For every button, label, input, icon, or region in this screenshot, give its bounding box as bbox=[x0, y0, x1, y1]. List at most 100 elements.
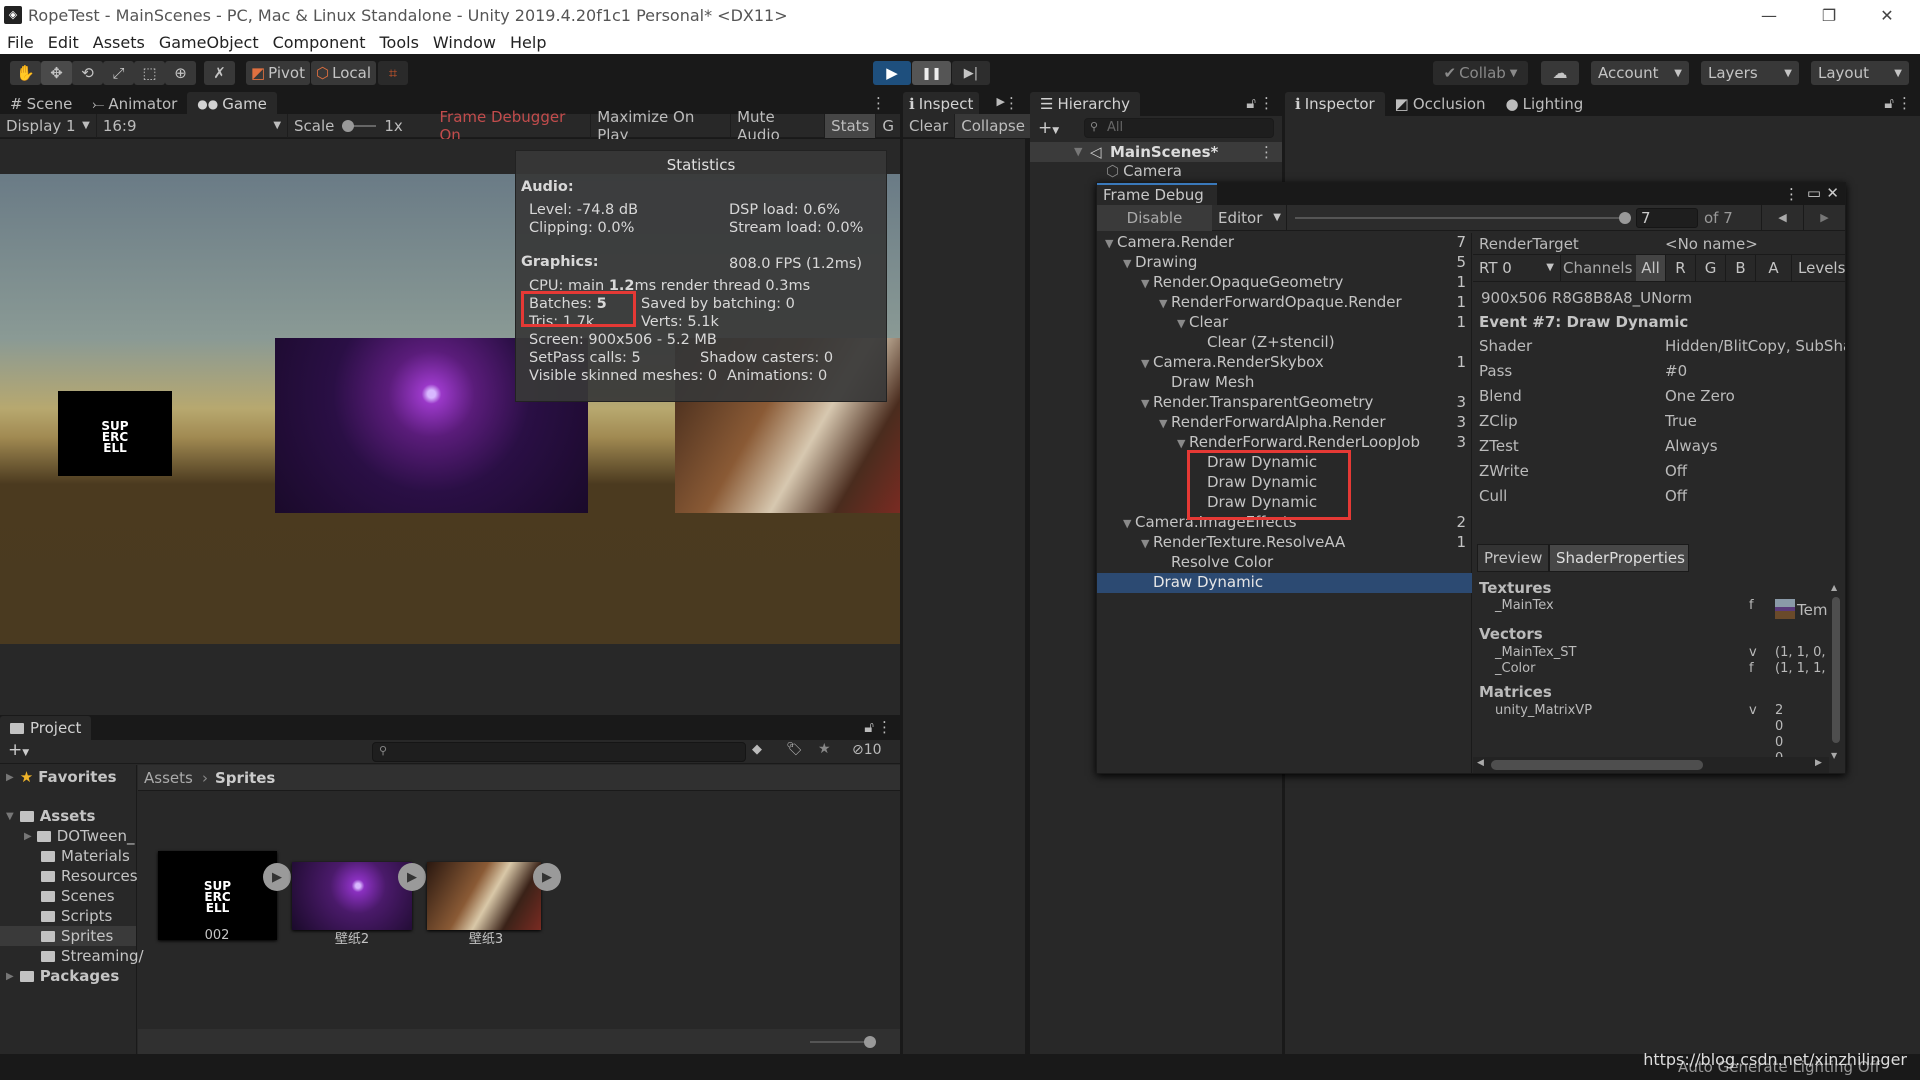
folder-item-selected[interactable]: Sprites bbox=[41, 926, 113, 946]
expand-sprite-button[interactable]: ▶ bbox=[398, 863, 426, 891]
channel-b-button[interactable]: B bbox=[1725, 255, 1755, 281]
event-tree-row[interactable]: ▼ RenderForwardAlpha.Render 3 bbox=[1097, 413, 1472, 433]
hierarchy-search-input[interactable]: All bbox=[1084, 118, 1274, 138]
folder-item[interactable]: Materials bbox=[41, 846, 130, 866]
account-dropdown[interactable]: Account ▼ bbox=[1591, 61, 1689, 85]
gizmos-toggle[interactable]: G bbox=[876, 114, 900, 138]
move-tool-button[interactable]: ✥ bbox=[41, 61, 72, 85]
aspect-dropdown[interactable]: 16:9 ▼ bbox=[97, 113, 289, 138]
channel-g-button[interactable]: G bbox=[1695, 255, 1725, 281]
channel-all-button[interactable]: All bbox=[1636, 255, 1665, 281]
event-tree-row[interactable]: Clear (Z+stencil) bbox=[1097, 333, 1472, 353]
tab-occlusion[interactable]: ◩ Occlusion bbox=[1385, 92, 1496, 116]
event-tree-row[interactable]: Draw Mesh bbox=[1097, 373, 1472, 393]
event-number-input[interactable]: 7 bbox=[1636, 208, 1698, 228]
frame-debug-tab[interactable]: Frame Debug bbox=[1097, 183, 1217, 205]
target-dropdown[interactable]: Editor ▼ bbox=[1213, 205, 1287, 231]
panel-menu-icon[interactable]: ⋮ bbox=[877, 718, 892, 736]
event-tree-row[interactable]: ▼ RenderForwardOpaque.Render 1 bbox=[1097, 293, 1472, 313]
panel-menu-icon[interactable]: ⋮ bbox=[871, 94, 886, 112]
create-asset-button[interactable]: +▼ bbox=[8, 740, 29, 760]
event-tree-row[interactable]: Draw Dynamic bbox=[1097, 573, 1472, 593]
scroll-down-icon[interactable]: ▼ bbox=[1831, 751, 1837, 760]
cloud-button[interactable]: ☁ bbox=[1541, 61, 1579, 85]
vertical-scrollbar[interactable]: ▲ ▼ bbox=[1831, 583, 1841, 760]
scroll-left-icon[interactable]: ◀ bbox=[1477, 758, 1484, 768]
folder-item[interactable]: Streaming/ bbox=[41, 946, 144, 966]
vertical-scroll-thumb[interactable] bbox=[1832, 597, 1840, 743]
shader-properties-tab[interactable]: ShaderProperties bbox=[1549, 544, 1689, 572]
lock-icon[interactable]: 🔓︎ bbox=[1884, 94, 1894, 112]
snap-toggle[interactable]: ⌗ bbox=[378, 61, 408, 85]
folder-item[interactable]: ▶ DOTween_ bbox=[24, 826, 134, 846]
thumbnail-size-knob[interactable] bbox=[864, 1036, 876, 1048]
menu-window[interactable]: Window bbox=[426, 33, 503, 52]
expand-triangle-icon[interactable]: ▼ bbox=[1159, 297, 1171, 310]
maintex-thumbnail[interactable] bbox=[1775, 599, 1795, 619]
breadcrumb-assets[interactable]: Assets bbox=[144, 769, 193, 787]
event-tree-row[interactable]: ▼ Render.OpaqueGeometry 1 bbox=[1097, 273, 1472, 293]
layers-dropdown[interactable]: Layers ▼ bbox=[1701, 61, 1799, 85]
scene-row[interactable]: ▼ ◁ MainScenes* ⋮ bbox=[1030, 142, 1282, 162]
horizontal-scrollbar[interactable]: ◀ ▶ bbox=[1473, 757, 1829, 773]
menu-file[interactable]: File bbox=[0, 33, 41, 52]
channel-a-button[interactable]: A bbox=[1755, 255, 1791, 281]
scene-menu-icon[interactable]: ⋮ bbox=[1259, 143, 1274, 161]
maximize-on-play-toggle[interactable]: Maximize On Play bbox=[591, 108, 732, 144]
event-tree-row[interactable]: ▼ Drawing 5 bbox=[1097, 253, 1472, 273]
expand-triangle-icon[interactable]: ▼ bbox=[1177, 437, 1189, 450]
event-slider-track[interactable] bbox=[1295, 217, 1625, 219]
expand-triangle-icon[interactable]: ▼ bbox=[1123, 257, 1135, 270]
levels-button[interactable]: Levels bbox=[1791, 255, 1845, 281]
preview-tab[interactable]: Preview bbox=[1477, 544, 1549, 572]
tab-lighting[interactable]: ● Lighting bbox=[1496, 92, 1594, 116]
assets-item[interactable]: ▼ Assets bbox=[6, 806, 95, 826]
window-menu-icon[interactable]: ⋮ bbox=[1784, 185, 1799, 203]
favorite-star-icon[interactable]: ★ bbox=[818, 741, 831, 757]
filter-by-label-icon[interactable]: 🏷︎ bbox=[786, 742, 803, 757]
menu-tools[interactable]: Tools bbox=[372, 33, 425, 52]
scroll-right-icon[interactable]: ▶ bbox=[1815, 758, 1822, 768]
channel-r-button[interactable]: R bbox=[1665, 255, 1695, 281]
event-tree-row[interactable]: ▼ Clear 1 bbox=[1097, 313, 1472, 333]
display-dropdown[interactable]: Display 1 ▼ bbox=[0, 113, 97, 138]
tab-hierarchy[interactable]: ☰ Hierarchy bbox=[1030, 92, 1140, 116]
panel-menu-icon[interactable]: ⋮ bbox=[1259, 94, 1274, 112]
tab-inspect[interactable]: ℹ Inspect bbox=[903, 92, 980, 116]
custom-tool-button[interactable]: ✗ bbox=[204, 61, 235, 85]
filter-by-type-icon[interactable]: ◆ bbox=[752, 742, 762, 757]
rt-dropdown[interactable]: RT 0 ▼ bbox=[1473, 255, 1561, 281]
collapse-button[interactable]: Collapse bbox=[955, 113, 1031, 138]
folder-item[interactable]: Scenes bbox=[41, 886, 115, 906]
menu-help[interactable]: Help bbox=[503, 33, 553, 52]
asset-thumbnail-002[interactable]: SUP ERC ELL bbox=[158, 851, 277, 940]
local-toggle[interactable]: ⬡ Local bbox=[311, 61, 376, 85]
scale-slider[interactable] bbox=[342, 119, 377, 132]
transform-tool-button[interactable]: ⊕ bbox=[165, 61, 196, 85]
pause-button[interactable]: ❚❚ bbox=[912, 61, 951, 85]
thumbnail-size-slider[interactable] bbox=[810, 1041, 870, 1043]
collab-dropdown[interactable]: ✔ Collab ▼ bbox=[1433, 61, 1528, 85]
event-tree-row[interactable]: ▼ Camera.Render 7 bbox=[1097, 233, 1472, 253]
rect-tool-button[interactable]: ⬚ bbox=[134, 61, 165, 85]
layout-dropdown[interactable]: Layout ▼ bbox=[1811, 61, 1909, 85]
expand-triangle-icon[interactable]: ▼ bbox=[1159, 417, 1171, 430]
clear-button[interactable]: Clear bbox=[903, 113, 956, 138]
packages-item[interactable]: ▶ Packages bbox=[6, 966, 119, 986]
event-tree-row[interactable]: ▼ Camera.RenderSkybox 1 bbox=[1097, 353, 1472, 373]
play-button[interactable]: ▶ bbox=[873, 61, 911, 85]
project-search-input[interactable]: ⚲ bbox=[372, 742, 746, 762]
asset-thumbnail-wallpaper2[interactable] bbox=[292, 862, 412, 930]
breadcrumb-sprites[interactable]: Sprites bbox=[215, 769, 275, 787]
asset-thumbnail-wallpaper3[interactable] bbox=[427, 862, 541, 930]
expand-triangle-icon[interactable]: ▼ bbox=[1177, 317, 1189, 330]
close-window-icon[interactable]: ✕ bbox=[1826, 184, 1839, 202]
panel-menu-icon[interactable]: ⋮ bbox=[1897, 94, 1912, 112]
expand-triangle-icon[interactable]: ▼ bbox=[1141, 397, 1153, 410]
expand-triangle-icon[interactable]: ▼ bbox=[1141, 357, 1153, 370]
maximize-window-icon[interactable]: ▭ bbox=[1807, 184, 1821, 202]
minimize-button[interactable]: — bbox=[1740, 0, 1798, 30]
stats-toggle[interactable]: Stats bbox=[825, 113, 877, 138]
disable-button[interactable]: Disable bbox=[1097, 205, 1212, 231]
expand-triangle-icon[interactable]: ▼ bbox=[1141, 537, 1153, 550]
